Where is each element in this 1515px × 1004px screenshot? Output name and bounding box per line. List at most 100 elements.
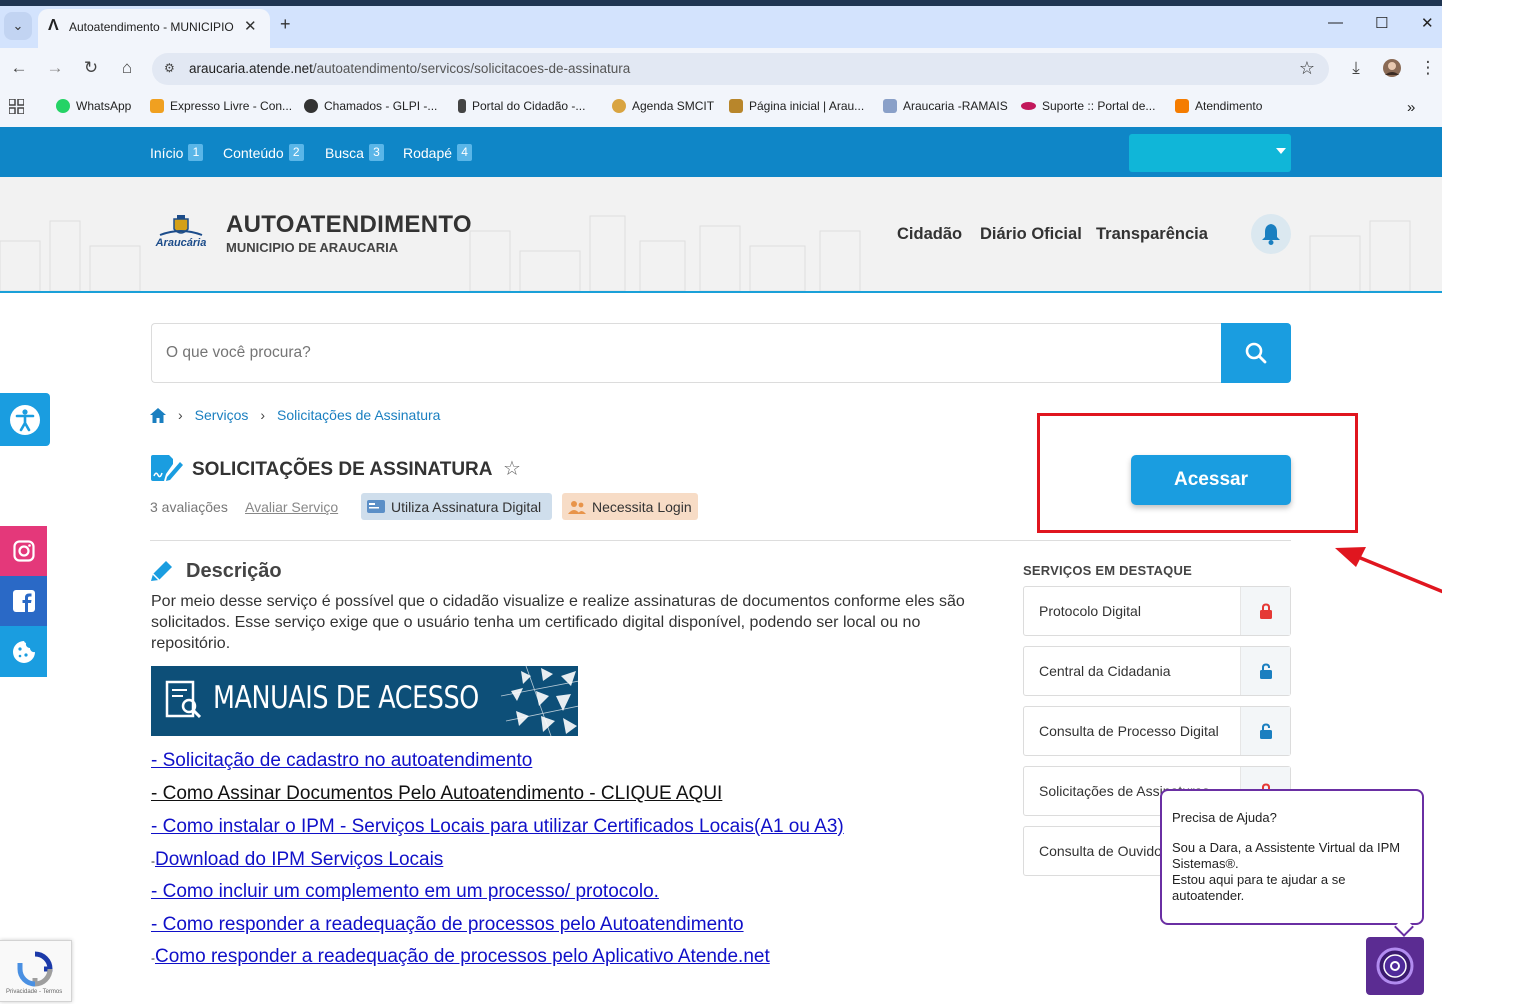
url-text[interactable]: araucaria.atende.net/autoatendimento/ser… (189, 61, 630, 76)
signature-document-icon (151, 455, 183, 481)
site-info-icon[interactable]: ⚙ (164, 61, 175, 75)
featured-services-heading: SERVIÇOS EM DESTAQUE (1023, 563, 1192, 578)
featured-service-card[interactable]: Protocolo Digital (1023, 586, 1291, 636)
users-icon (568, 500, 586, 514)
virtual-assistant-button[interactable] (1366, 937, 1424, 995)
tag-requires-login: Necessita Login (562, 493, 698, 520)
download-icon[interactable]: ⤓ (1345, 58, 1367, 78)
skip-link-conteudo[interactable]: Conteúdo 2 (223, 144, 304, 161)
divider (150, 540, 1291, 541)
apps-grid-icon[interactable] (9, 99, 24, 114)
tab-strip: ⌄ Λ Autoatendimento - MUNICIPIO ✕ + — ☐ … (0, 0, 1442, 48)
bookmark-star-icon[interactable]: ☆ (1299, 58, 1315, 79)
breadcrumb: › Serviços › Solicitações de Assinatura (150, 407, 440, 423)
bookmarks-bar: WhatsApp Expresso Livre - Con... Chamado… (0, 90, 1442, 127)
recaptcha-badge[interactable]: Privacidade - Termos (0, 940, 72, 1002)
tab-autoatendimento[interactable]: Λ Autoatendimento - MUNICIPIO ✕ (38, 9, 270, 48)
chat-title: Precisa de Ajuda? (1172, 810, 1277, 825)
bookmark-pagina-inicial[interactable]: Página inicial | Arau... (729, 99, 864, 113)
screen-margin (1442, 0, 1515, 1004)
profile-avatar[interactable] (1381, 58, 1403, 83)
instagram-icon (12, 540, 35, 562)
virtual-assistant-bubble[interactable]: Precisa de Ajuda? Sou a Dara, a Assisten… (1160, 789, 1424, 925)
bookmark-portal-cidadao[interactable]: Portal do Cidadão -... (458, 99, 585, 113)
id-card-icon (367, 500, 385, 513)
favorite-star-icon[interactable]: ☆ (503, 456, 521, 481)
site-title: AUTOATENDIMENTO (226, 211, 472, 238)
ratings-count: 3 avaliações (150, 499, 228, 515)
menu-icon[interactable]: ⋮ (1417, 58, 1439, 78)
portal-icon (458, 99, 466, 113)
recaptcha-icon (17, 951, 53, 987)
reload-icon[interactable]: ↻ (80, 58, 102, 78)
annotation-highlight-box (1037, 413, 1358, 533)
cookie-settings-button[interactable] (0, 626, 47, 677)
site-header: Araucária AUTOATENDIMENTO MUNICIPIO DE A… (0, 177, 1442, 293)
more-bookmarks-icon[interactable]: » (1407, 99, 1415, 116)
home-icon[interactable]: ⌂ (116, 58, 138, 78)
expresso-icon (150, 99, 164, 113)
browser-window: ⌄ Λ Autoatendimento - MUNICIPIO ✕ + — ☐ … (0, 0, 1442, 127)
breadcrumb-servicos[interactable]: Serviços (195, 407, 249, 423)
nav-diario-oficial[interactable]: Diário Oficial (980, 225, 1082, 244)
suporte-icon (1021, 102, 1036, 110)
nav-transparencia[interactable]: Transparência (1096, 225, 1208, 244)
link-readequacao-autoatendimento[interactable]: - Como responder a readequação de proces… (151, 914, 744, 936)
bookmark-agenda[interactable]: Agenda SMCIT (612, 99, 714, 113)
lock-open-icon (1240, 707, 1290, 755)
link-readequacao-app[interactable]: Como responder a readequação de processo… (155, 946, 770, 967)
geometric-pattern-graphic (500, 666, 578, 736)
link-como-assinar[interactable]: - Como Assinar Documentos Pelo Autoatend… (151, 783, 722, 805)
link-instalar-ipm[interactable]: - Como instalar o IPM - Serviços Locais … (151, 816, 844, 838)
bookmark-whatsapp[interactable]: WhatsApp (56, 99, 131, 113)
address-bar[interactable]: ⚙ araucaria.atende.net/autoatendimento/s… (152, 53, 1329, 85)
caret-down-icon (1276, 148, 1286, 154)
city-skyline-background (0, 215, 1411, 291)
search-button[interactable] (1221, 323, 1291, 383)
assistant-avatar-icon (1376, 947, 1414, 985)
araucaria-logo[interactable]: Araucária (150, 215, 212, 257)
minimize-icon[interactable]: — (1328, 14, 1343, 31)
link-cadastro[interactable]: - Solicitação de cadastro no autoatendim… (151, 750, 532, 772)
featured-service-card[interactable]: Consulta de Processo Digital (1023, 706, 1291, 756)
language-select[interactable] (1129, 134, 1291, 172)
brasao-icon (729, 99, 743, 113)
search-input[interactable] (166, 344, 1166, 362)
bookmark-expresso[interactable]: Expresso Livre - Con... (150, 99, 292, 113)
featured-service-card[interactable]: Central da Cidadania (1023, 646, 1291, 696)
facebook-icon (12, 590, 35, 612)
description-text: Por meio desse serviço é possível que o … (151, 593, 965, 652)
recaptcha-terms[interactable]: Privacidade - Termos (6, 989, 62, 995)
bookmark-glpi[interactable]: Chamados - GLPI -... (304, 99, 437, 113)
bookmark-ramais[interactable]: Araucaria -RAMAIS (883, 99, 1008, 113)
nav-cidadao[interactable]: Cidadão (897, 225, 962, 244)
maximize-icon[interactable]: ☐ (1375, 14, 1388, 32)
forward-icon[interactable]: → (44, 58, 66, 78)
close-window-icon[interactable]: ✕ (1421, 14, 1434, 32)
accessibility-button[interactable] (0, 393, 50, 446)
link-readequacao-app-row: -Como responder a readequação de process… (151, 946, 770, 967)
instagram-button[interactable] (0, 526, 47, 576)
bookmark-suporte[interactable]: Suporte :: Portal de... (1021, 99, 1155, 113)
chevron-right-icon: › (260, 407, 266, 423)
skip-link-rodape[interactable]: Rodapé 4 (403, 144, 473, 161)
skip-link-inicio[interactable]: Início 1 (150, 144, 204, 161)
breadcrumb-solicitacoes[interactable]: Solicitações de Assinatura (277, 407, 440, 423)
link-complemento-processo[interactable]: - Como incluir um complemento em um proc… (151, 881, 659, 903)
back-icon[interactable]: ← (8, 58, 30, 78)
rate-service-link[interactable]: Avaliar Serviço (245, 499, 338, 515)
link-download-ipm[interactable]: Download do IPM Serviços Locais (155, 849, 443, 870)
home-icon[interactable] (150, 407, 166, 423)
notifications-bell-icon[interactable] (1251, 214, 1291, 254)
facebook-button[interactable] (0, 576, 47, 626)
manuals-banner-title: MANUAIS DE ACESSO (213, 680, 479, 716)
whatsapp-icon (56, 99, 70, 113)
bookmark-atendimento[interactable]: Atendimento (1175, 99, 1262, 113)
tab-search-icon[interactable]: ⌄ (4, 12, 32, 40)
link-download-ipm-row: -Download do IPM Serviços Locais (151, 849, 444, 870)
tab-close-icon[interactable]: ✕ (244, 17, 257, 35)
new-tab-icon[interactable]: + (280, 14, 291, 35)
skip-link-busca[interactable]: Busca 3 (325, 144, 384, 161)
tab-title: Autoatendimento - MUNICIPIO (69, 20, 234, 34)
glpi-icon (304, 99, 318, 113)
